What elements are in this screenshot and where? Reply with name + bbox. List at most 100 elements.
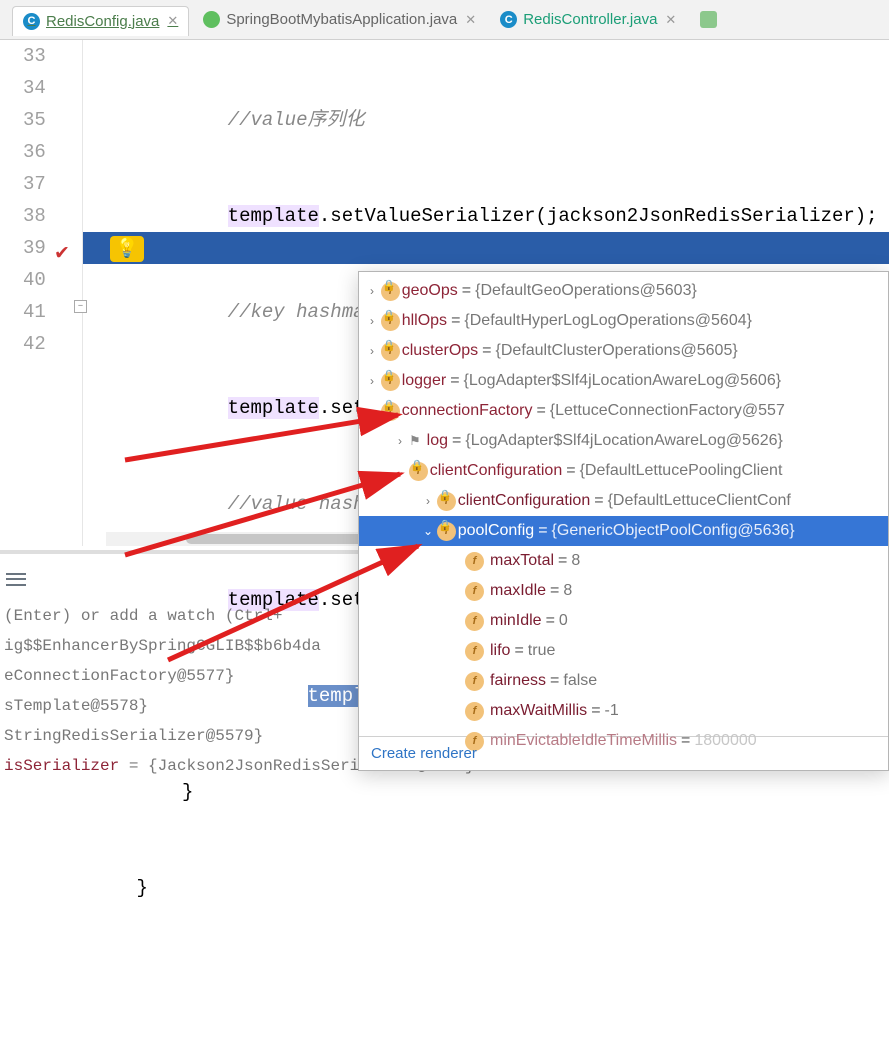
line-number: 34 [0,72,46,104]
variable-row[interactable]: ffairness = false [359,666,888,696]
breakpoint-icon[interactable]: ✔ [54,238,70,270]
flag-icon: ⚑ [409,433,421,449]
variable-name: clusterOps [402,342,478,360]
close-icon[interactable]: ✕ [167,13,178,29]
variable-row[interactable]: ›f🔒clusterOps = {DefaultClusterOperation… [359,336,888,366]
close-icon[interactable]: ✕ [465,12,476,28]
tab-springboot[interactable]: SpringBootMybatisApplication.java ✕ [193,5,486,34]
line-number: 42 [0,328,46,360]
equals-sign: = [450,372,459,390]
class-icon: C [23,13,40,30]
variable-value: {DefaultLettucePoolingClient [580,462,783,480]
variable-value: 8 [571,552,580,570]
expand-arrow-icon[interactable]: › [363,314,381,328]
code-text: //value序列化 [228,109,365,131]
variable-row[interactable]: ⌄f🔒poolConfig = {GenericObjectPoolConfig… [359,516,888,546]
field-badge-icon: f [465,582,484,601]
line-number: 33 [0,40,46,72]
expand-arrow-icon[interactable]: › [363,344,381,358]
variable-value: 0 [559,612,568,630]
line-number: 41 [0,296,46,328]
variable-name: minEvictableIdleTimeMillis [490,732,677,750]
tab-redisconfig[interactable]: C RedisConfig.java ✕ [12,6,189,36]
variable-name: poolConfig [458,522,535,540]
field-badge-icon: f [465,642,484,661]
tab-extra[interactable] [690,5,727,34]
equals-sign: = [566,462,575,480]
variable-value: {DefaultClusterOperations@5605} [496,342,738,360]
variable-name: maxWaitMillis [490,702,587,720]
line-number: 40 [0,264,46,296]
lock-icon: 🔒 [382,399,396,412]
close-icon[interactable]: ✕ [665,12,676,28]
variable-name: clientConfiguration [458,492,591,510]
variable-value: false [563,672,597,690]
equals-sign: = [452,432,461,450]
equals-sign: = [538,522,547,540]
variable-name: lifo [490,642,510,660]
equals-sign: = [681,732,690,750]
lock-icon: 🔒 [382,339,396,352]
watches-icon[interactable] [6,570,26,586]
expand-arrow-icon[interactable]: ⌄ [363,404,381,418]
lock-icon: 🔒 [410,459,424,472]
variable-name: log [427,432,448,450]
expand-arrow-icon[interactable]: › [363,284,381,298]
variable-value: 1800000 [694,732,756,750]
variable-row[interactable]: fminIdle = 0 [359,606,888,636]
code-text: (jackson2JsonRedisSerializer); [536,205,878,227]
lock-icon: 🔒 [382,369,396,382]
variable-popup: ›f🔒geoOps = {DefaultGeoOperations@5603}›… [358,271,889,771]
variable-row[interactable]: ›f🔒hllOps = {DefaultHyperLogLogOperation… [359,306,888,336]
expand-arrow-icon[interactable]: › [419,494,437,508]
code-text: template [228,205,319,227]
line-number: 37 [0,168,46,200]
equals-sign: = [462,282,471,300]
field-badge-icon: f [465,552,484,571]
equals-sign: = [550,672,559,690]
expand-arrow-icon[interactable]: › [391,434,409,448]
variable-name: maxIdle [490,582,546,600]
field-badge-icon: f [465,702,484,721]
tab-label: RedisConfig.java [46,13,159,30]
variable-row[interactable]: fmaxTotal = 8 [359,546,888,576]
equals-sign: = [558,552,567,570]
expand-arrow-icon[interactable]: ⌄ [419,524,437,538]
intention-bulb-icon[interactable]: 💡 [110,236,144,262]
line-number: 39 [0,232,46,264]
variable-row[interactable]: ›f🔒clientConfiguration = {DefaultLettuce… [359,486,888,516]
variable-row[interactable]: fmaxIdle = 8 [359,576,888,606]
equals-sign: = [482,342,491,360]
variable-value: {LogAdapter$Slf4jLocationAwareLog@5626} [465,432,783,450]
variable-row[interactable]: ›f🔒logger = {LogAdapter$Slf4jLocationAwa… [359,366,888,396]
tab-rediscontroller[interactable]: C RedisController.java ✕ [490,5,686,34]
equals-sign: = [594,492,603,510]
variable-value: {LettuceConnectionFactory@557 [550,402,785,420]
expand-arrow-icon[interactable]: › [363,374,381,388]
variable-row[interactable]: fmaxWaitMillis = -1 [359,696,888,726]
variable-name: hllOps [402,312,447,330]
variable-row[interactable]: ›f🔒geoOps = {DefaultGeoOperations@5603} [359,276,888,306]
swap-icon [700,11,717,28]
variable-name: minIdle [490,612,542,630]
variable-row[interactable]: flifo = true [359,636,888,666]
tab-label: SpringBootMybatisApplication.java [226,11,457,28]
equals-sign: = [550,582,559,600]
variable-row[interactable]: ⌄f🔒connectionFactory = {LettuceConnectio… [359,396,888,426]
variable-tree[interactable]: ›f🔒geoOps = {DefaultGeoOperations@5603}›… [359,272,888,736]
code-text: setValueSerializer [330,205,535,227]
line-number: 38 [0,200,46,232]
variable-name: fairness [490,672,546,690]
variable-row[interactable]: ›⚑ log = {LogAdapter$Slf4jLocationAwareLo… [359,426,888,456]
code-text [91,968,889,1000]
variable-row[interactable]: ⌄f🔒clientConfiguration = {DefaultLettuce… [359,456,888,486]
variable-value: {GenericObjectPoolConfig@5636} [552,522,795,540]
lock-icon: 🔒 [382,279,396,292]
expand-arrow-icon[interactable]: ⌄ [391,464,409,478]
equals-sign: = [514,642,523,660]
code-text: template [228,397,319,419]
equals-sign: = [536,402,545,420]
gutter: 33 34 35 36 37 38 39 40 41 42 ✔ [0,40,83,546]
equals-sign: = [546,612,555,630]
equals-sign: = [451,312,460,330]
